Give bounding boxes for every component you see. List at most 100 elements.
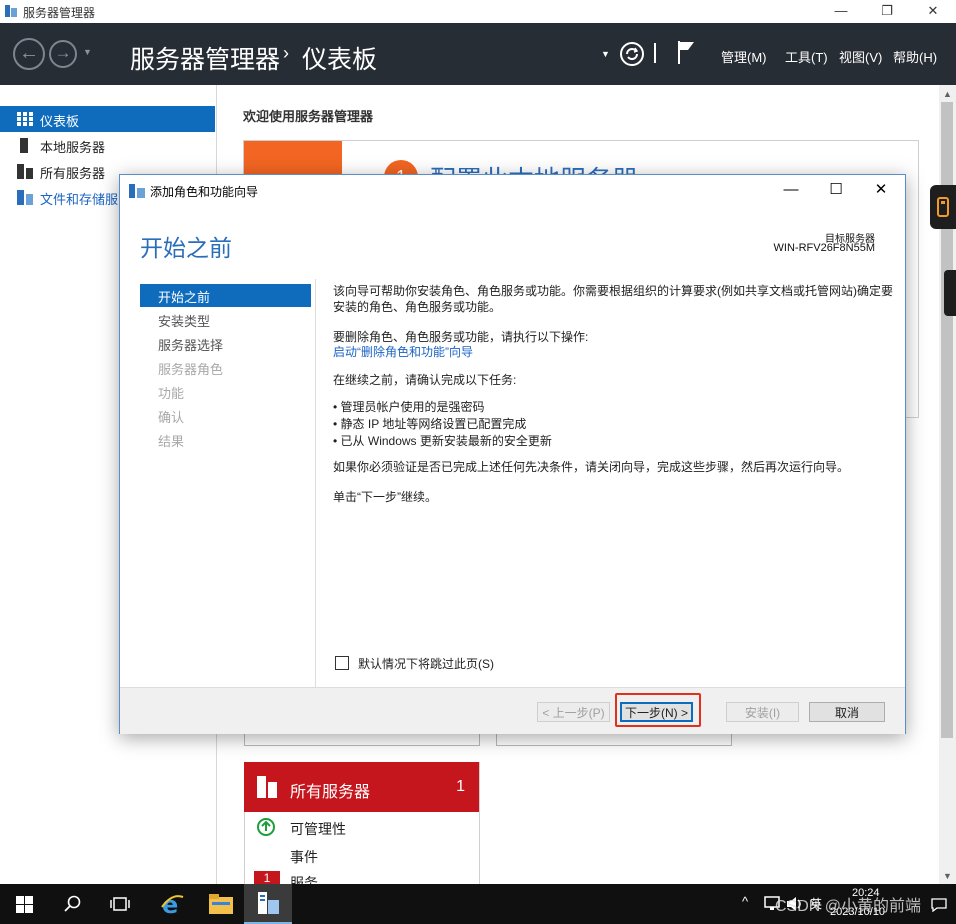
minimize-button[interactable]: — (818, 0, 864, 23)
tile-title: 所有服务器 (290, 784, 371, 801)
server-manager-icon (256, 892, 280, 916)
skip-page-checkbox-label[interactable]: 默认情况下将跳过此页(S) (358, 655, 494, 672)
refresh-icon[interactable] (619, 41, 645, 67)
skip-page-checkbox[interactable] (335, 656, 349, 670)
task-bullet: • 已从 Windows 更新安装最新的安全更新 (333, 434, 552, 448)
next-button-highlight (615, 693, 701, 727)
breadcrumb-separator: › (283, 43, 289, 63)
history-dropdown-icon[interactable]: ▼ (83, 47, 92, 57)
sidebar-item-label: 仪表板 (40, 114, 80, 129)
file-explorer-icon (209, 894, 233, 914)
wizard-intro-text: 该向导可帮助你安装角色、角色服务或功能。你需要根据组织的计算要求(例如共享文档或… (333, 284, 893, 314)
dialog-close-button[interactable]: ✕ (866, 179, 896, 201)
wizard-step-label: 结果 (158, 434, 185, 449)
confirm-tasks-intro: 在继续之前，请确认完成以下任务: (333, 373, 517, 387)
wizard-step-label: 服务器选择 (158, 338, 224, 353)
breadcrumb-page: 仪表板 (302, 46, 378, 74)
wizard-footer: < 上一步(P) 下一步(N) > 安装(I) 取消 (120, 687, 905, 734)
watermark: CSDN @小黄的前端 (775, 898, 922, 915)
wizard-step-features: 功能 (140, 380, 311, 403)
remove-intro-text: 要删除角色、角色服务或功能，请执行以下操作: (333, 330, 589, 344)
target-server-name: WIN-RFV26F8N55M (773, 242, 875, 254)
taskbar-server-manager[interactable] (244, 884, 292, 924)
sidebar-item-label: 文件和存储服 (40, 192, 119, 207)
breadcrumb-dropdown-icon[interactable]: ▼ (601, 49, 610, 59)
menu-view[interactable]: 视图(V) (839, 47, 882, 66)
manageability-ok-icon (257, 818, 275, 836)
sidebar-item-label: 本地服务器 (40, 140, 106, 155)
internet-explorer-icon: e (159, 891, 185, 917)
dialog-title: 添加角色和功能向导 (150, 185, 259, 199)
menu-tools[interactable]: 工具(T) (785, 47, 828, 66)
wizard-step-results: 结果 (140, 428, 311, 451)
notification-center-icon[interactable] (931, 898, 947, 912)
tile-row-services[interactable]: 服务 (290, 873, 318, 884)
wizard-step-server-selection[interactable]: 服务器选择 (140, 332, 311, 355)
dialog-minimize-button[interactable]: — (776, 179, 806, 201)
header-divider (654, 43, 656, 63)
header-bar: ← → ▼ 服务器管理器 › 仪表板 ▼ 管理(M) 工具(T) 视图(V) 帮… (0, 23, 956, 85)
wizard-divider (315, 279, 316, 687)
windows-logo-icon (16, 896, 33, 913)
file-storage-icon (17, 190, 33, 205)
dialog-maximize-button[interactable]: ☐ (821, 179, 851, 201)
verify-note: 如果你必须验证是否已完成上述任何先决条件，请关闭向导，完成这些步骤，然后再次运行… (333, 460, 850, 474)
wizard-page-heading: 开始之前 (140, 235, 232, 261)
wizard-step-confirmation: 确认 (140, 404, 311, 427)
task-bullet: • 静态 IP 地址等网络设置已配置完成 (333, 417, 527, 431)
usb-icon (937, 197, 949, 217)
menu-help[interactable]: 帮助(H) (893, 47, 937, 66)
wizard-step-installation-type[interactable]: 安装类型 (140, 308, 311, 331)
cancel-button[interactable]: 取消 (809, 702, 885, 722)
notifications-flag-icon[interactable] (676, 39, 696, 65)
start-button[interactable] (0, 884, 48, 924)
taskbar-internet-explorer[interactable]: e (148, 884, 196, 924)
dashboard-icon (17, 112, 33, 126)
service-alert-badge: 1 (254, 871, 280, 885)
wizard-step-before-you-begin[interactable]: 开始之前 (140, 284, 311, 307)
side-panel-handle[interactable] (930, 185, 956, 229)
wizard-app-icon (129, 184, 145, 198)
window-title: 服务器管理器 (23, 6, 96, 20)
continue-note: 单击“下一步”继续。 (333, 490, 437, 504)
tile-row-manageability[interactable]: 可管理性 (290, 819, 346, 839)
task-view-button[interactable] (96, 884, 144, 924)
tile-count: 1 (456, 778, 465, 795)
scroll-down-icon[interactable]: ▼ (943, 871, 952, 881)
tile-row-events[interactable]: 事件 (290, 847, 318, 867)
sidebar-item-local-server[interactable]: 本地服务器 (0, 132, 215, 158)
tray-expand-icon[interactable]: ^ (742, 894, 748, 909)
local-server-icon (20, 138, 28, 153)
wizard-step-label: 开始之前 (158, 290, 211, 305)
task-bullet: • 管理员帐户使用的是强密码 (333, 400, 485, 414)
sidebar-item-label: 所有服务器 (40, 166, 106, 181)
welcome-title: 欢迎使用服务器管理器 (243, 109, 374, 124)
remove-roles-wizard-link[interactable]: 启动“删除角色和功能”向导 (333, 344, 473, 360)
wizard-step-label: 安装类型 (158, 314, 211, 329)
side-panel-grip[interactable] (944, 270, 956, 316)
search-icon (64, 895, 81, 912)
scroll-up-icon[interactable]: ▲ (943, 89, 952, 99)
wizard-step-label: 功能 (158, 386, 185, 401)
forward-arrow-icon[interactable]: → (49, 40, 77, 68)
all-servers-icon (17, 164, 33, 179)
wizard-step-server-roles: 服务器角色 (140, 356, 311, 379)
server-manager-app-icon (4, 4, 18, 18)
taskbar-file-explorer[interactable] (196, 884, 244, 924)
menu-manage[interactable]: 管理(M) (721, 47, 767, 66)
breadcrumb-app: 服务器管理器 (130, 46, 281, 74)
all-servers-icon (257, 776, 277, 798)
task-view-icon (110, 896, 130, 912)
all-servers-tile-header[interactable]: 所有服务器 1 (244, 762, 479, 812)
add-roles-wizard-dialog: 添加角色和功能向导 — ☐ ✕ 开始之前 目标服务器 WIN-RFV26F8N5… (119, 174, 906, 734)
window-titlebar: 服务器管理器 — ❐ ✕ (0, 0, 956, 23)
wizard-step-label: 确认 (158, 410, 185, 425)
restore-button[interactable]: ❐ (864, 0, 910, 23)
wizard-step-label: 服务器角色 (158, 362, 224, 377)
back-arrow-icon[interactable]: ← (13, 38, 45, 70)
taskbar-search-button[interactable] (48, 884, 96, 924)
install-button[interactable]: 安装(I) (726, 702, 799, 722)
previous-button[interactable]: < 上一步(P) (537, 702, 610, 722)
sidebar-item-dashboard[interactable]: 仪表板 (0, 106, 215, 132)
close-button[interactable]: ✕ (910, 0, 956, 23)
